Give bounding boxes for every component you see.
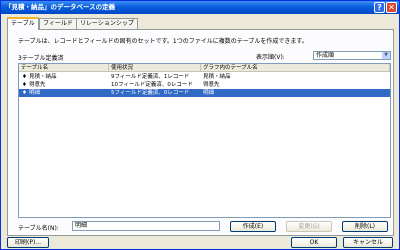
sort-order-value: 作成順	[316, 52, 335, 59]
tab-fields[interactable]: フィールド	[39, 18, 77, 29]
tables-panel: テーブルは、レコードとフィールドの固有のセットです。1つのファイルに複数のテーブ…	[7, 29, 394, 236]
row-name: 得意先	[29, 82, 46, 88]
column-header-graph-name[interactable]: グラフ内のテーブル名	[201, 64, 390, 72]
window-title: 「見積・納品」のデータベースの定義	[5, 3, 116, 11]
row-usage: 10フィールド定義済、0レコード	[111, 82, 193, 88]
tab-relationships[interactable]: リレーションシップ	[76, 18, 138, 29]
diamond-icon: ♦	[22, 74, 27, 80]
sort-order-select[interactable]: 作成順 ▼	[313, 51, 391, 60]
tab-tables[interactable]: テーブル	[7, 17, 39, 30]
create-button[interactable]: 作成(E)	[230, 221, 276, 232]
table-name-label: テーブル名(N):	[18, 225, 59, 232]
title-bar: 「見積・納品」のデータベースの定義 ? ✕	[1, 1, 399, 14]
change-button[interactable]: 変更(G)	[286, 221, 332, 232]
define-database-dialog: 「見積・納品」のデータベースの定義 ? ✕ テーブル フィールド リレーションシ…	[0, 0, 400, 250]
row-graph-name: 見積・納品	[203, 74, 231, 80]
diamond-icon: ♦	[22, 90, 27, 96]
chevron-down-icon[interactable]: ▼	[382, 52, 390, 59]
delete-button[interactable]: 削除(L)	[342, 221, 388, 232]
row-graph-name: 明細	[203, 90, 215, 96]
row-graph-name: 得意先	[203, 82, 220, 88]
row-usage: 5フィールド定義済、0レコード	[111, 90, 190, 96]
table-list[interactable]: テーブル名 使用状況 グラフ内のテーブル名 ♦ 見積・納品 9フィールド定義済、1レ…	[18, 63, 391, 218]
row-usage: 9フィールド定義済、1レコード	[111, 74, 190, 80]
close-icon[interactable]: ✕	[386, 2, 397, 13]
table-row[interactable]: ♦ 見積・納品 9フィールド定義済、1レコード 見積・納品	[19, 73, 390, 81]
table-row[interactable]: ♦ 明細 5フィールド定義済、0レコード 明細	[19, 89, 390, 97]
ok-button[interactable]: OK	[291, 237, 337, 248]
table-row[interactable]: ♦ 得意先 10フィールド定義済、0レコード 得意先	[19, 81, 390, 89]
cancel-button[interactable]: キャンセル	[343, 237, 393, 248]
table-name-input[interactable]: 明細	[72, 221, 220, 231]
row-name: 明細	[29, 90, 41, 96]
table-count-label: 3テーブル定義済	[18, 55, 64, 62]
print-button[interactable]: 印刷(P)...	[7, 237, 49, 248]
sort-order-label: 表示順(V):	[256, 54, 285, 61]
diamond-icon: ♦	[22, 82, 27, 88]
column-header-usage[interactable]: 使用状況	[109, 64, 201, 72]
column-header-table-name[interactable]: テーブル名	[19, 64, 109, 72]
table-list-header: テーブル名 使用状況 グラフ内のテーブル名	[19, 64, 390, 72]
row-name: 見積・納品	[29, 74, 57, 80]
panel-description: テーブルは、レコードとフィールドの固有のセットです。1つのファイルに複数のテーブ…	[18, 38, 308, 45]
help-icon[interactable]: ?	[374, 2, 385, 13]
